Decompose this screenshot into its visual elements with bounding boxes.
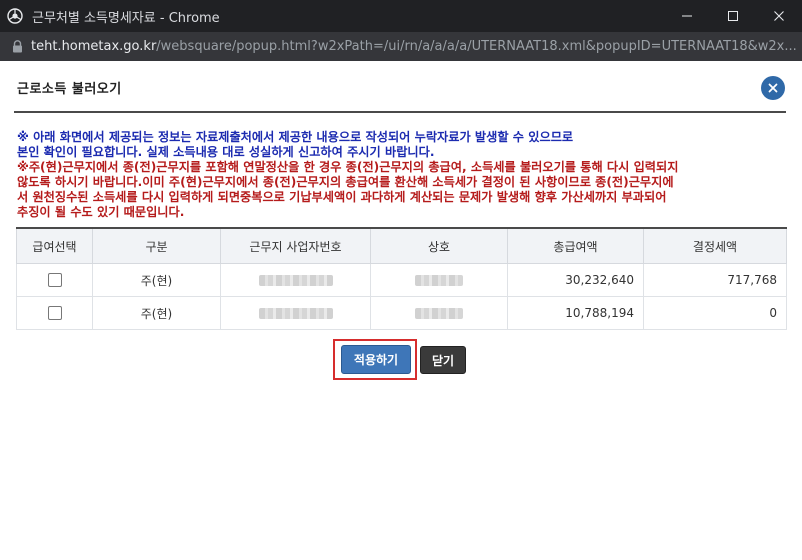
chrome-globe-icon [7,8,23,24]
col-header-total-pay: 총급여액 [507,227,644,264]
determined-tax-cell: 717,768 [643,263,787,297]
col-header-type: 구분 [92,227,221,264]
col-header-business-number: 근무지 사업자번호 [220,227,371,264]
maximize-icon [728,11,738,21]
type-cell: 주(현) [92,296,221,330]
redacted-company-name [415,275,463,286]
maximize-button[interactable] [710,0,756,32]
total-pay-cell: 10,788,194 [507,296,644,330]
redacted-company-name [415,308,463,319]
minimize-button[interactable] [664,0,710,32]
table-row: 주(현) 10,788,194 0 [16,296,787,330]
table-row: 주(현) 30,232,640 717,768 [16,263,787,297]
row-select-checkbox[interactable] [47,306,62,321]
address-bar[interactable]: teht.hometax.go.kr/websquare/popup.html?… [0,32,802,61]
url-host: teht.hometax.go.kr [31,39,157,54]
select-cell [16,296,93,330]
col-header-determined-tax: 결정세액 [643,227,787,264]
window-titlebar: 근무처별 소득명세자료 - Chrome [0,0,802,32]
total-pay-cell: 30,232,640 [507,263,644,297]
row-select-checkbox[interactable] [47,273,62,288]
company-name-cell [370,296,508,330]
minimize-icon [682,15,692,17]
notice-blue: ※ 아래 화면에서 제공되는 정보는 자료제출처에서 제공한 내용으로 작성되어… [17,130,574,159]
window-title: 근무처별 소득명세자료 - Chrome [32,10,220,26]
redacted-business-number [258,308,333,319]
company-name-cell [370,263,508,297]
business-number-cell [220,296,371,330]
table-header-row: 급여선택 구분 근무지 사업자번호 상호 총급여액 결정세액 [16,227,787,264]
col-header-company-name: 상호 [370,227,508,264]
apply-button[interactable]: 적용하기 [341,345,411,374]
notice-red: ※주(현)근무지에서 종(전)근무지를 포함해 연말정산을 한 경우 종(전)근… [17,160,679,219]
type-cell: 주(현) [92,263,221,297]
window-close-icon [774,11,784,21]
col-header-select: 급여선택 [16,227,93,264]
redacted-business-number [258,275,333,286]
title-divider [14,111,786,113]
income-table: 급여선택 구분 근무지 사업자번호 상호 총급여액 결정세액 주(현) 30,2… [16,227,787,330]
close-icon [768,83,778,93]
close-button[interactable]: 닫기 [420,346,466,374]
business-number-cell [220,263,371,297]
window-close-button[interactable] [756,0,802,32]
lock-icon [12,40,23,53]
dialog-close-button[interactable] [761,76,785,100]
dialog-title: 근로소득 불러오기 [17,82,122,97]
determined-tax-cell: 0 [643,296,787,330]
url-path: /websquare/popup.html?w2xPath=/ui/rn/a/a… [156,39,797,54]
select-cell [16,263,93,297]
